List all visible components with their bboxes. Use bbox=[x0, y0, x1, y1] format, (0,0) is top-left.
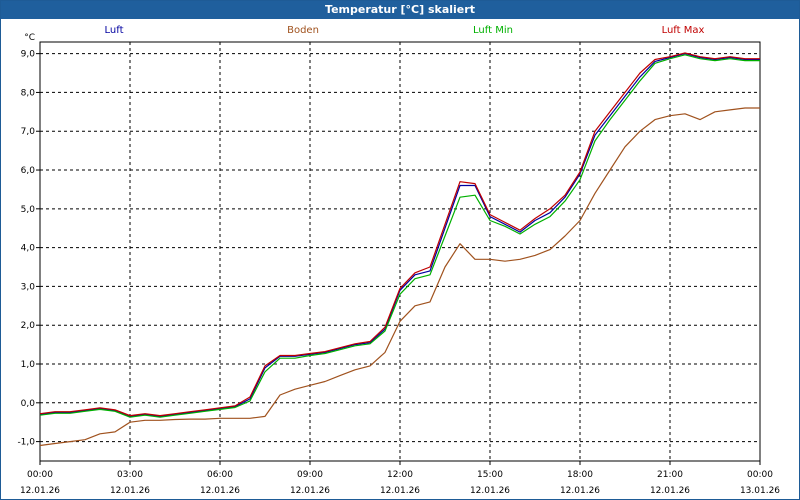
y-tick-label: 9,0 bbox=[21, 50, 36, 60]
x-tick-date-label: 12.01.26 bbox=[470, 486, 510, 496]
y-tick-label: 0,0 bbox=[21, 399, 36, 409]
x-tick-time-label: 06:00 bbox=[207, 470, 233, 480]
x-tick-time-label: 15:00 bbox=[477, 470, 503, 480]
y-tick-label: 6,0 bbox=[21, 166, 36, 176]
y-tick-label: 2,0 bbox=[21, 321, 36, 331]
x-tick-time-label: 21:00 bbox=[657, 470, 683, 480]
x-tick-time-label: 18:00 bbox=[567, 470, 593, 480]
x-tick-date-label: 12.01.26 bbox=[20, 486, 60, 496]
x-tick-time-label: 03:00 bbox=[117, 470, 143, 480]
plot-area: 9,0 8,0 7,0 6,0 5,0 4,0 3,0 2,0 1,0 0,0 -1,0 °C 00:0… bbox=[17, 33, 780, 496]
x-tick-date-label: 12.01.26 bbox=[290, 486, 330, 496]
y-tick-label: 8,0 bbox=[21, 88, 36, 98]
y-tick-label: 7,0 bbox=[21, 127, 36, 137]
y-tick-label: 5,0 bbox=[21, 205, 36, 215]
x-tick-time-label: 00:00 bbox=[747, 470, 773, 480]
y-tick-label: 4,0 bbox=[21, 244, 36, 254]
x-tick-time-label: 09:00 bbox=[297, 470, 323, 480]
y-unit-label: °C bbox=[24, 33, 35, 43]
x-tick-date-label: 12.01.26 bbox=[110, 486, 150, 496]
x-tick-date-label: 12.01.26 bbox=[200, 486, 240, 496]
y-tick-label: -1,0 bbox=[17, 438, 35, 448]
x-tick-date-label: 12.01.26 bbox=[380, 486, 420, 496]
chart-window: Temperatur [°C] skaliert Luft Boden Luft… bbox=[0, 0, 800, 500]
x-tick-date-label: 12.01.26 bbox=[560, 486, 600, 496]
x-tick-date-label: 13.01.26 bbox=[740, 486, 780, 496]
y-tick-label: 1,0 bbox=[21, 360, 36, 370]
x-tick-date-label: 12.01.26 bbox=[650, 486, 690, 496]
y-tick-label: 3,0 bbox=[21, 282, 36, 292]
x-tick-time-label: 12:00 bbox=[387, 470, 413, 480]
x-tick-time-label: 00:00 bbox=[27, 470, 53, 480]
